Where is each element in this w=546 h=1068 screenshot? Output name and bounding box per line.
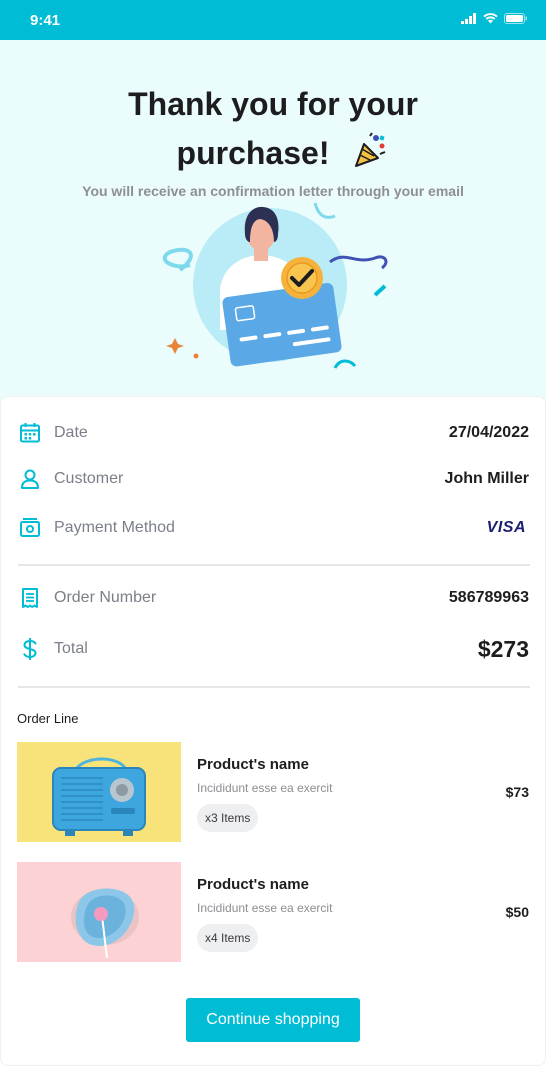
product-name: Product's name bbox=[197, 756, 309, 773]
product-image-radio bbox=[17, 742, 181, 842]
status-time: 9:41 bbox=[30, 12, 61, 29]
order-number-label: Order Number bbox=[54, 589, 157, 606]
wifi-icon bbox=[483, 13, 498, 24]
order-number-value: 586789963 bbox=[448, 589, 529, 606]
date-label: Date bbox=[54, 424, 88, 441]
product-description: Incididunt esse ea exercit bbox=[197, 901, 333, 915]
product-price: $73 bbox=[505, 784, 529, 800]
list-item[interactable]: Product's name Incididunt esse ea exerci… bbox=[17, 862, 531, 962]
continue-shopping-button[interactable]: Continue shopping bbox=[186, 998, 360, 1042]
list-item[interactable]: Product's name Incididunt esse ea exerci… bbox=[17, 742, 531, 842]
order-line-title: Order Line bbox=[17, 711, 79, 726]
product-price: $50 bbox=[505, 904, 529, 920]
quantity-badge: x4 Items bbox=[197, 924, 259, 952]
date-row: Date 27/04/2022 bbox=[18, 418, 532, 448]
payment-method-label: Payment Method bbox=[54, 519, 175, 536]
product-description: Incididunt esse ea exercit bbox=[197, 781, 333, 795]
customer-label: Customer bbox=[54, 470, 124, 487]
title-line-2: purchase! bbox=[0, 129, 546, 178]
status-bar: 9:41 bbox=[0, 0, 546, 40]
battery-icon bbox=[504, 13, 527, 24]
divider bbox=[18, 564, 530, 566]
order-summary-card: Date 27/04/2022 Customer John Miller Pay… bbox=[0, 396, 546, 1066]
page-title: Thank you for your purchase! bbox=[0, 80, 546, 178]
total-row: Total $273 bbox=[18, 634, 532, 664]
party-popper-icon bbox=[355, 132, 386, 167]
wallet-icon bbox=[20, 518, 40, 537]
date-value: 27/04/2022 bbox=[448, 424, 529, 441]
total-value: $273 bbox=[477, 635, 529, 662]
customer-row: Customer John Miller bbox=[18, 464, 532, 494]
calendar-icon bbox=[20, 423, 40, 443]
product-image-plate bbox=[17, 862, 181, 962]
dollar-icon bbox=[23, 638, 37, 660]
title-line-2-text: purchase! bbox=[176, 135, 330, 171]
purchase-illustration bbox=[162, 202, 388, 369]
quantity-badge: x3 Items bbox=[197, 804, 259, 832]
order-number-row: Order Number 586789963 bbox=[18, 583, 532, 613]
hero-section: Thank you for your purchase! You will re… bbox=[0, 40, 546, 410]
visa-logo: VISA bbox=[486, 519, 526, 536]
customer-value: John Miller bbox=[444, 470, 529, 487]
product-name: Product's name bbox=[197, 876, 309, 893]
status-icons bbox=[461, 13, 528, 24]
divider bbox=[18, 686, 530, 688]
receipt-icon bbox=[22, 588, 38, 608]
payment-method-row: Payment Method VISA bbox=[18, 513, 532, 543]
user-icon bbox=[21, 469, 39, 489]
total-label: Total bbox=[54, 640, 88, 657]
signal-icon bbox=[461, 13, 476, 24]
title-line-1: Thank you for your bbox=[128, 86, 418, 122]
